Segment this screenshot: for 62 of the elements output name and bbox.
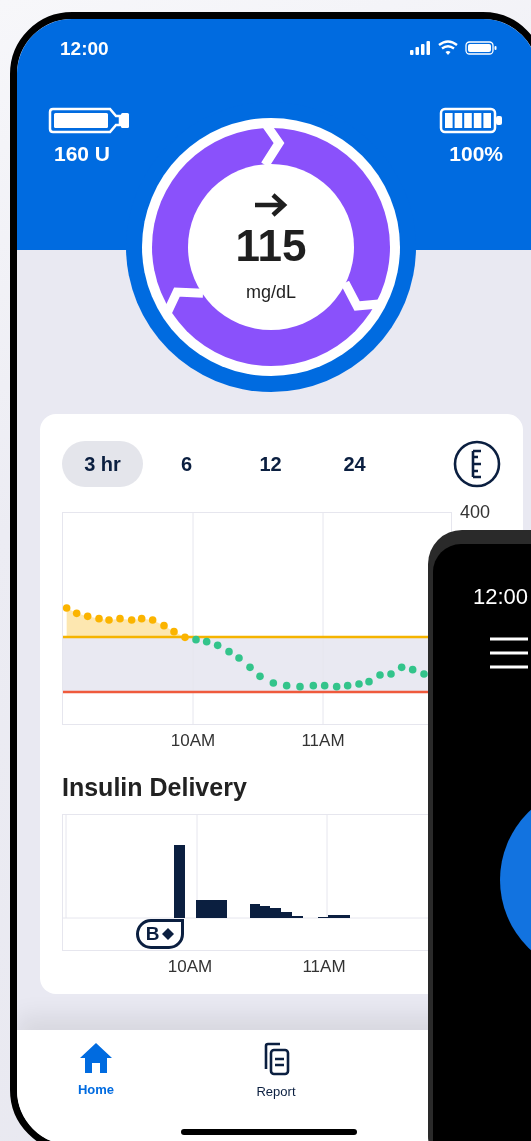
- data-point: [282, 681, 291, 690]
- bolus-badge: B: [136, 919, 184, 949]
- battery-percent: 100%: [449, 142, 503, 166]
- bar: [250, 904, 260, 918]
- battery-icon: [439, 107, 503, 134]
- data-point: [365, 677, 373, 686]
- data-point: [181, 633, 189, 642]
- time-label: 11AM: [301, 957, 347, 977]
- data-point: [116, 614, 124, 623]
- signal-icon: [410, 41, 430, 55]
- cartridge-icon: [48, 107, 130, 134]
- home-icon: [79, 1042, 113, 1074]
- data-point: [420, 670, 428, 678]
- status-time: 12:00: [60, 37, 109, 60]
- battery-icon: [465, 41, 497, 55]
- nav-tab[interactable]: Home: [37, 1030, 155, 1100]
- ruler-button[interactable]: [453, 440, 501, 488]
- data-point: [296, 682, 304, 691]
- data-point: [246, 663, 254, 672]
- documents-icon: [262, 1042, 290, 1076]
- data-point: [213, 641, 222, 650]
- data-point: [256, 672, 264, 681]
- data-point: [160, 621, 168, 630]
- wifi-icon: [438, 40, 458, 55]
- trend-arrow-icon: [253, 191, 289, 218]
- time-label: 11AM: [300, 731, 346, 751]
- data-point: [269, 679, 278, 687]
- data-point: [72, 609, 81, 618]
- data-point: [83, 612, 92, 621]
- range-tab[interactable]: 3 hr: [62, 441, 143, 487]
- data-point: [332, 682, 341, 691]
- range-tab[interactable]: 6: [146, 441, 227, 487]
- bar: [196, 900, 227, 918]
- data-point: [309, 681, 318, 690]
- data-point: [148, 616, 157, 624]
- data-point: [192, 635, 200, 644]
- y-axis-label: 400: [460, 502, 491, 523]
- data-point: [235, 654, 243, 662]
- data-point: [137, 614, 146, 623]
- range-tab[interactable]: 24: [314, 441, 395, 487]
- menu-icon: [489, 636, 529, 670]
- data-point: [387, 670, 395, 678]
- reservoir-units: 160 U: [53, 142, 111, 166]
- time-label: 10AM: [166, 957, 214, 977]
- glucose-unit: mg/dL: [246, 281, 296, 303]
- data-point: [170, 627, 178, 636]
- data-point: [105, 616, 113, 624]
- time-label: 10AM: [169, 731, 217, 751]
- data-point: [225, 647, 233, 656]
- data-point: [343, 681, 352, 690]
- nav-tab[interactable]: Report: [217, 1030, 335, 1100]
- data-point: [355, 680, 363, 688]
- glucose-value: 115: [235, 223, 307, 268]
- data-point: [202, 637, 211, 646]
- data-point: [320, 681, 329, 690]
- section-title: Insulin Delivery: [62, 773, 248, 802]
- status-time: 12:00: [473, 584, 530, 610]
- range-tab[interactable]: 12: [230, 441, 311, 487]
- data-point: [95, 614, 103, 623]
- data-point: [397, 663, 406, 672]
- data-point: [408, 665, 417, 674]
- data-point: [376, 671, 384, 679]
